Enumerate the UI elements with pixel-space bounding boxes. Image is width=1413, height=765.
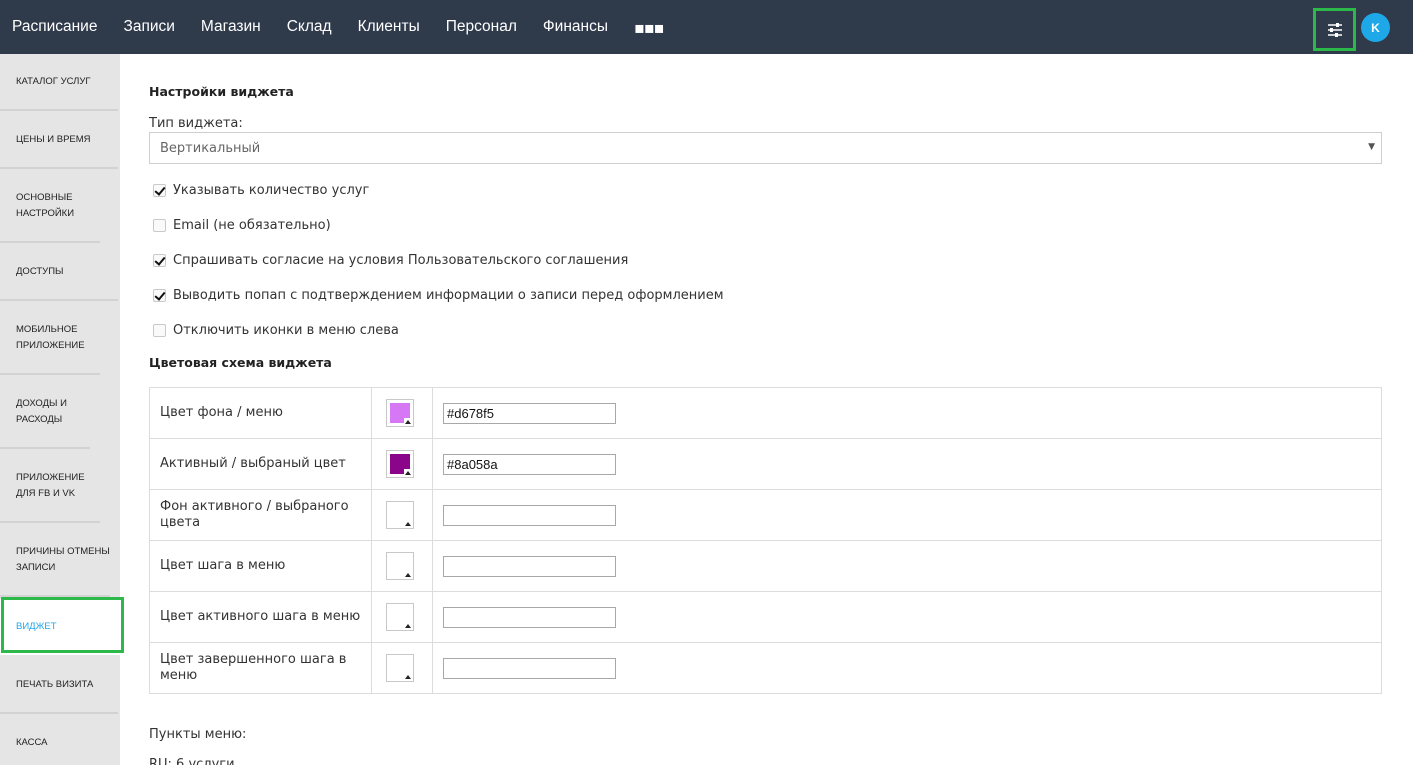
table-row: Фон активного / выбраного цвета <box>149 489 1382 541</box>
widget-type-select[interactable]: Вертикальный ▼ <box>149 132 1382 164</box>
checkbox-label: Спрашивать согласие на условия Пользоват… <box>173 253 629 268</box>
color-hex-input[interactable] <box>443 453 616 475</box>
menu-points-sublabel: RU: 6 услуги <box>149 757 235 765</box>
settings-sidebar: КАТАЛОГ УСЛУГ ЦЕНЫ И ВРЕМЯ ОСНОВНЫЕ НАСТ… <box>0 54 120 765</box>
dropdown-arrow-icon: ▼ <box>1368 142 1375 152</box>
menu-points-label: Пункты меню: <box>149 727 247 742</box>
checkbox-disable-icons[interactable] <box>153 324 166 337</box>
nav-shop[interactable]: Магазин <box>201 18 261 36</box>
checkbox-label: Отключить иконки в меню слева <box>173 323 399 338</box>
sidebar-item-cashbox[interactable]: КАССА <box>0 716 118 765</box>
color-scheme-title: Цветовая схема виджета <box>149 355 332 370</box>
sidebar-item-income-expenses[interactable]: ДОХОДЫ И РАСХОДЫ <box>0 377 90 449</box>
sidebar-item-service-catalog[interactable]: КАТАЛОГ УСЛУГ <box>0 54 118 111</box>
widget-type-value: Вертикальный <box>160 140 261 156</box>
color-swatch-button[interactable] <box>386 552 414 580</box>
color-hex-input[interactable] <box>443 555 616 577</box>
sidebar-item-widget[interactable]: ВИДЖЕТ <box>0 599 120 655</box>
table-row: Цвет шага в меню <box>149 540 1382 592</box>
widget-settings-title: Настройки виджета <box>149 84 294 99</box>
color-hex-input[interactable] <box>443 402 616 424</box>
triangle-icon <box>404 469 411 476</box>
more-menu-icon[interactable]: ▪▪▪ <box>634 18 665 37</box>
triangle-icon <box>404 520 411 527</box>
table-row: Активный / выбраный цвет <box>149 438 1382 490</box>
sidebar-item-access[interactable]: ДОСТУПЫ <box>0 245 118 301</box>
sliders-icon <box>1327 22 1342 37</box>
color-swatch-button[interactable] <box>386 450 414 478</box>
color-swatch-button[interactable] <box>386 654 414 682</box>
color-name: Фон активного / выбраного цвета <box>149 489 372 541</box>
user-avatar[interactable]: K <box>1361 13 1390 42</box>
color-swatch-button[interactable] <box>386 399 414 427</box>
sidebar-item-prices-time[interactable]: ЦЕНЫ И ВРЕМЯ <box>0 113 118 169</box>
color-hex-input[interactable] <box>443 606 616 628</box>
settings-button[interactable] <box>1313 8 1356 51</box>
triangle-icon <box>404 418 411 425</box>
color-hex-input[interactable] <box>443 657 616 679</box>
color-name: Цвет фона / меню <box>149 387 372 439</box>
table-row: Цвет завершенного шага в меню <box>149 642 1382 694</box>
nav-clients[interactable]: Клиенты <box>358 18 420 36</box>
checkbox-label: Указывать количество услуг <box>173 183 370 198</box>
nav-staff[interactable]: Персонал <box>446 18 517 36</box>
checkbox-email[interactable] <box>153 219 166 232</box>
triangle-icon <box>404 571 411 578</box>
sidebar-item-cancel-reasons[interactable]: ПРИЧИНЫ ОТМЕНЫ ЗАПИСИ <box>0 525 110 597</box>
checkbox-row-agreement[interactable]: Спрашивать согласие на условия Пользоват… <box>153 253 628 268</box>
table-row: Цвет активного шага в меню <box>149 591 1382 643</box>
sidebar-item-basic-settings[interactable]: ОСНОВНЫЕ НАСТРОЙКИ <box>0 171 100 243</box>
checkbox-row-service-count[interactable]: Указывать количество услуг <box>153 183 369 198</box>
main-nav: Расписание Записи Магазин Склад Клиенты … <box>0 0 664 54</box>
triangle-icon <box>404 622 411 629</box>
sidebar-item-fb-vk-app[interactable]: ПРИЛОЖЕНИЕ ДЛЯ FB И VK <box>0 451 100 523</box>
checkbox-agreement[interactable] <box>153 254 166 267</box>
checkbox-row-disable-icons[interactable]: Отключить иконки в меню слева <box>153 323 399 338</box>
color-name: Цвет шага в меню <box>149 540 372 592</box>
triangle-icon <box>404 673 411 680</box>
checkbox-service-count[interactable] <box>153 184 166 197</box>
nav-records[interactable]: Записи <box>123 18 174 36</box>
table-row: Цвет фона / меню <box>149 387 1382 439</box>
checkbox-row-email[interactable]: Email (не обязательно) <box>153 218 331 233</box>
nav-warehouse[interactable]: Склад <box>287 18 332 36</box>
color-name: Активный / выбраный цвет <box>149 438 372 490</box>
top-navbar: Расписание Записи Магазин Склад Клиенты … <box>0 0 1413 54</box>
checkbox-label: Email (не обязательно) <box>173 218 331 233</box>
color-scheme-table: Цвет фона / меню Активный / выбраный цве… <box>149 387 1382 694</box>
widget-type-label: Тип виджета: <box>149 116 243 131</box>
sidebar-item-print-visit[interactable]: ПЕЧАТЬ ВИЗИТА <box>0 657 118 714</box>
checkbox-confirm-popup[interactable] <box>153 289 166 302</box>
checkbox-label: Выводить попап с подтверждением информац… <box>173 288 724 303</box>
color-swatch-button[interactable] <box>386 603 414 631</box>
checkbox-row-confirm-popup[interactable]: Выводить попап с подтверждением информац… <box>153 288 724 303</box>
color-name: Цвет активного шага в меню <box>149 591 372 643</box>
nav-finance[interactable]: Финансы <box>543 18 608 36</box>
nav-schedule[interactable]: Расписание <box>12 18 97 36</box>
color-hex-input[interactable] <box>443 504 616 526</box>
color-swatch-button[interactable] <box>386 501 414 529</box>
sidebar-item-mobile-app[interactable]: МОБИЛЬНОЕ ПРИЛОЖЕНИЕ <box>0 303 100 375</box>
color-name: Цвет завершенного шага в меню <box>149 642 372 694</box>
